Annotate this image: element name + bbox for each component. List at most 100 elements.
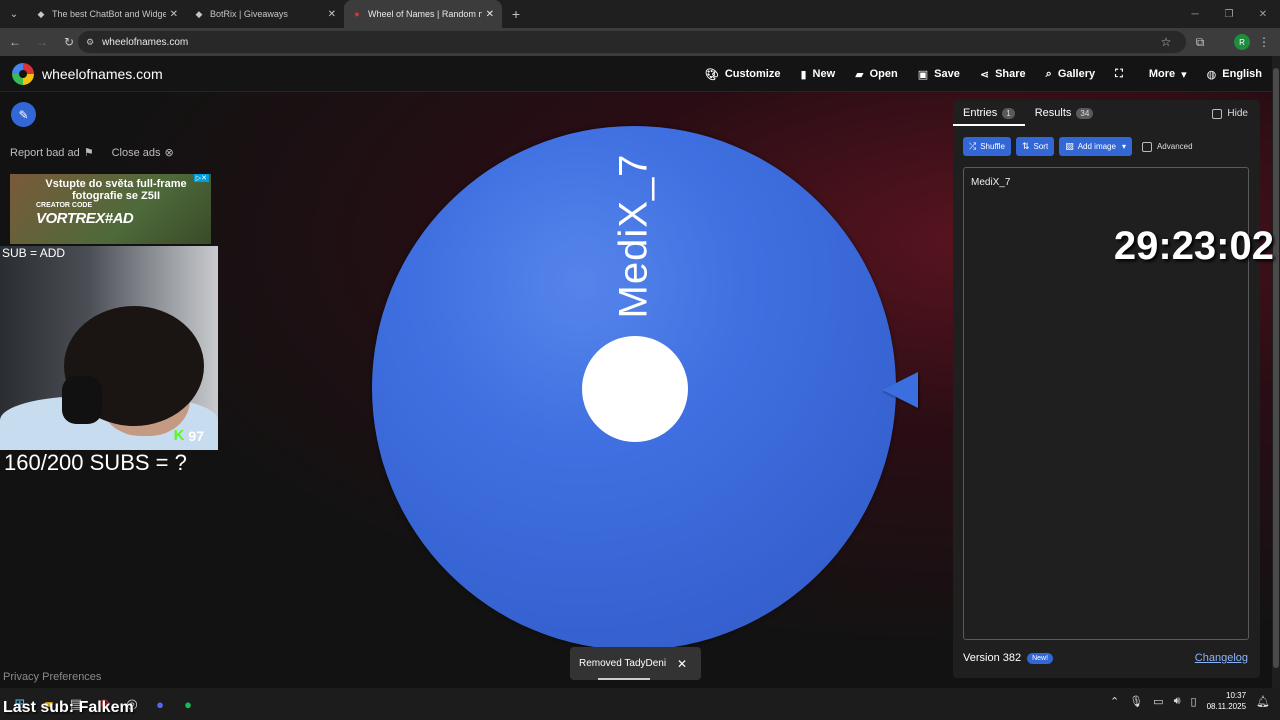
tab-results[interactable]: Results 34 <box>1035 100 1094 126</box>
advanced-checkbox-box[interactable] <box>1141 141 1152 152</box>
last-sub-overlay: Last sub: Falkem <box>3 699 134 716</box>
wheel-pointer-arrow <box>882 372 918 408</box>
forward-arrow-icon[interactable]: → <box>30 30 54 54</box>
toast-progress-bar <box>598 678 650 680</box>
close-tab-icon[interactable]: ✕ <box>170 9 178 20</box>
globe-icon: ◍ <box>1206 68 1217 81</box>
new-button[interactable]: ▮ New <box>800 68 835 81</box>
ad-controls: Report bad ad ⚑ Close ads ⊗ <box>10 146 174 159</box>
report-bad-ad-link[interactable]: Report bad ad ⚑ <box>10 146 94 159</box>
gallery-button[interactable]: ⌕ Gallery <box>1046 68 1095 81</box>
network-icon[interactable]: ▭ <box>1153 695 1163 708</box>
microphone-icon[interactable]: 🎙︎ <box>1129 695 1143 708</box>
wheel-center-hub[interactable] <box>582 336 688 442</box>
floppy-disk-icon: ▣ <box>917 68 929 81</box>
volume-icon[interactable]: 🔊︎ <box>1174 695 1181 708</box>
changelog-link[interactable]: Changelog <box>1195 652 1248 664</box>
flag-icon: ⚑ <box>83 147 94 159</box>
address-bar[interactable]: ⚙ wheelofnames.com <box>78 31 1186 53</box>
sub-add-overlay: SUB = ADD <box>2 246 66 260</box>
site-header: wheelofnames.com 🎨︎ Customize ▮ New ▰ Open … <box>0 56 1272 92</box>
extensions-icon[interactable]: ⧉ <box>1188 30 1212 54</box>
restore-icon[interactable]: ❐ <box>1212 0 1246 28</box>
tab-entries[interactable]: Entries 1 <box>953 100 1025 126</box>
caret-down-icon: ▾ <box>1121 142 1126 151</box>
window-controls: ─ ❐ ✕ <box>1178 0 1280 28</box>
results-count-badge: 34 <box>1076 107 1094 119</box>
advanced-checkbox[interactable]: Advanced <box>1141 141 1193 152</box>
adchoices-icon[interactable]: ▷✕ <box>193 174 209 182</box>
browser-tab-bar: ⌄ ◆ The best ChatBot and Widgets ✕ ◆ Bot… <box>0 0 1280 28</box>
close-tab-icon[interactable]: ✕ <box>486 9 494 20</box>
sort-icon: ⇅ <box>1021 141 1030 151</box>
close-window-icon[interactable]: ✕ <box>1246 0 1280 28</box>
toast-message: Removed TadyDeni <box>579 658 667 669</box>
chatbot-favicon-icon: ◆ <box>37 8 45 19</box>
ad-headline: Vstupte do světa full-frame fotografie s… <box>45 178 187 202</box>
hide-checkbox[interactable]: Hide <box>1212 108 1248 119</box>
back-arrow-icon[interactable]: ← <box>3 30 27 54</box>
system-clock[interactable]: 10:37 08.11.2025 <box>1207 690 1246 712</box>
close-tab-icon[interactable]: ✕ <box>328 9 336 20</box>
ad-creator-label: CREATOR CODE <box>36 202 93 209</box>
site-logo[interactable]: wheelofnames.com <box>12 62 163 85</box>
scrollbar-thumb[interactable] <box>1273 68 1279 668</box>
botrix-favicon-icon: ◆ <box>195 8 203 19</box>
close-ads-link[interactable]: Close ads ⊗ <box>112 146 174 159</box>
battery-icon[interactable]: ▯ <box>1191 695 1197 708</box>
spotify-icon[interactable]: ● <box>178 694 198 714</box>
add-image-button[interactable]: ▨ Add image ▾ <box>1059 137 1132 156</box>
countdown-timer-overlay: 29:23:02 <box>1113 224 1274 268</box>
new-tab-icon[interactable]: + <box>502 6 530 22</box>
entries-count-badge: 1 <box>1002 107 1015 119</box>
wheel-logo-icon <box>12 62 34 85</box>
browser-toolbar: ← → ↻ ⚙ wheelofnames.com ☆ ⧉ R ⋮ <box>0 28 1280 56</box>
language-selector[interactable]: ◍ English <box>1207 68 1262 81</box>
bookmark-star-icon[interactable]: ☆ <box>1154 30 1178 54</box>
folder-open-icon: ▰ <box>855 68 864 81</box>
entries-panel: Entries 1 Results 34 Hide ⤮ Shuffle ⇅ Sort… <box>953 100 1260 678</box>
palette-icon: 🎨︎ <box>704 68 719 81</box>
version-info: Version 382 New! <box>963 652 1054 664</box>
discord-icon[interactable]: ● <box>150 694 170 714</box>
file-icon: ▮ <box>800 68 807 81</box>
site-info-icon[interactable]: ⚙ <box>86 37 94 48</box>
minimize-icon[interactable]: ─ <box>1178 0 1212 28</box>
toast-close-icon[interactable]: ✕ <box>677 657 687 671</box>
shuffle-button[interactable]: ⤮ Shuffle <box>963 137 1011 156</box>
wheel-segment-label: MediX_7 <box>611 153 656 319</box>
edit-pencil-button[interactable]: ✎ <box>11 102 36 127</box>
image-icon: ▨ <box>1065 141 1074 151</box>
search-icon: ⌕ <box>1045 67 1052 80</box>
share-button[interactable]: ⋖ Share <box>980 68 1026 81</box>
fullscreen-icon: ⛶ <box>1115 67 1123 80</box>
fullscreen-button[interactable]: ⛶ <box>1115 68 1129 81</box>
advertisement[interactable]: Vstupte do světa full-frame fotografie s… <box>10 174 211 244</box>
new-badge: New! <box>1027 652 1054 664</box>
share-icon: ⋖ <box>979 68 990 81</box>
page-scrollbar[interactable] <box>1272 56 1280 688</box>
kick-viewer-count: K 97 <box>173 427 204 444</box>
system-tray: ⌃ 🎙︎ ▭ 🔊︎ ▯ 10:37 08.11.2025 🔔︎ <box>1110 690 1270 712</box>
wheel[interactable]: MediX_7 <box>372 126 896 650</box>
customize-button[interactable]: 🎨︎ Customize <box>705 68 781 81</box>
profile-avatar[interactable]: R <box>1234 34 1250 50</box>
browser-tab-botrix[interactable]: ◆ BotRix | Giveaways ✕ <box>186 0 344 28</box>
ad-creator-code: VORTREX#AD <box>36 210 134 227</box>
browser-tab-chatbot[interactable]: ◆ The best ChatBot and Widgets ✕ <box>28 0 186 28</box>
tab-search-chevron-icon[interactable]: ⌄ <box>0 0 28 28</box>
browser-tab-wheelofnames[interactable]: ● Wheel of Names | Random nam ✕ <box>344 0 502 28</box>
more-dropdown[interactable]: More ▾ <box>1149 68 1187 81</box>
entry-line: MediX_7 <box>971 177 1011 188</box>
save-button[interactable]: ▣ Save <box>918 68 960 81</box>
wheel-favicon-icon: ● <box>354 9 360 19</box>
hide-checkbox-box[interactable] <box>1212 108 1223 119</box>
os-taskbar: ⊞ ▰ ▤ ◉ ◎ ● ● <box>0 688 1280 720</box>
close-circle-icon: ⊗ <box>164 147 174 159</box>
privacy-preferences-link[interactable]: Privacy Preferences <box>3 671 101 683</box>
browser-menu-icon[interactable]: ⋮ <box>1252 30 1276 54</box>
open-button[interactable]: ▰ Open <box>855 68 898 81</box>
notifications-bell-icon[interactable]: 🔔︎ <box>1256 695 1270 708</box>
tray-chevron-up-icon[interactable]: ⌃ <box>1110 695 1119 708</box>
sort-button[interactable]: ⇅ Sort <box>1015 137 1055 156</box>
